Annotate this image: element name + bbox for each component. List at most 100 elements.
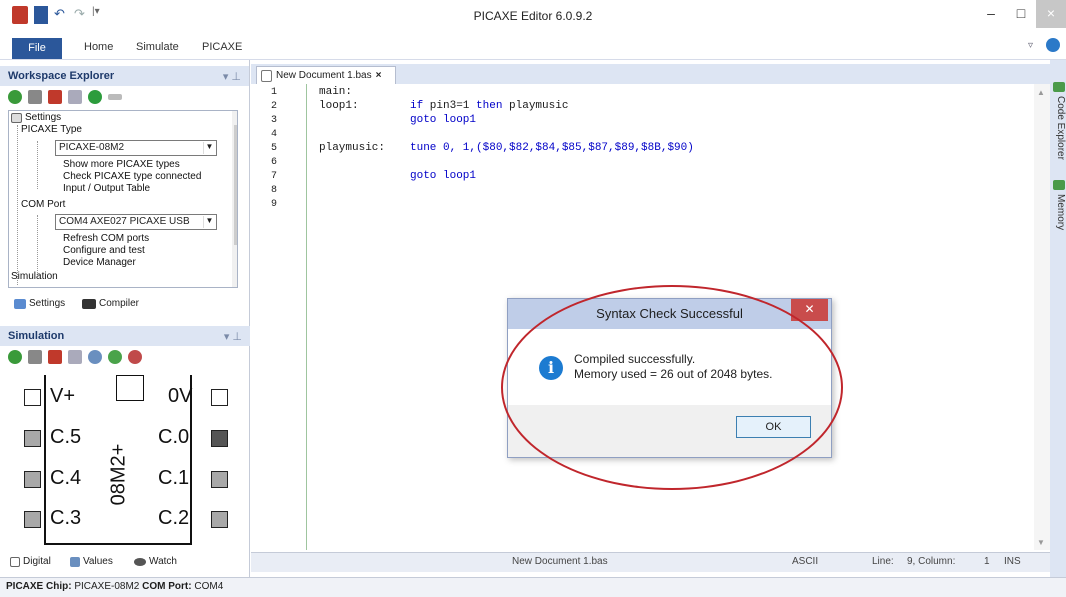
pin-c4[interactable] xyxy=(24,471,41,488)
pin-icon[interactable]: ▾ ⊥ xyxy=(223,70,241,83)
zoom-out-icon[interactable] xyxy=(128,350,142,364)
tab-home[interactable]: Home xyxy=(84,41,113,53)
com-port-value: COM4 AXE027 PICAXE USB xyxy=(59,216,190,227)
code-condition: pin3=1 xyxy=(423,100,477,112)
tree-picaxe-type[interactable]: PICAXE Type xyxy=(21,124,82,135)
pin-label-0v: 0V xyxy=(168,385,193,407)
memory-tab[interactable]: Memory xyxy=(1055,194,1066,230)
ribbon-collapse-icon[interactable]: ▿ xyxy=(1028,40,1033,51)
settings-tab[interactable]: Settings xyxy=(14,298,65,309)
tree-io-table[interactable]: Input / Output Table xyxy=(63,183,150,194)
chevron-down-icon: ▼ xyxy=(203,216,215,228)
workspace-toolbar xyxy=(0,86,249,108)
chip-type-value: PICAXE-08M2 xyxy=(59,142,125,153)
chip-label: PICAXE Chip: xyxy=(6,581,72,592)
line-number: 7 xyxy=(271,171,278,182)
code-line-2: if pin3=1 then playmusic xyxy=(410,100,568,112)
digital-tab[interactable]: Digital xyxy=(10,556,51,567)
chip-simulation: V+ C.5 C.4 C.3 0V C.0 C.1 C.2 08M2+ xyxy=(8,375,240,548)
values-icon xyxy=(70,556,80,567)
close-tab-icon[interactable]: × xyxy=(376,70,382,81)
tree-com-port[interactable]: COM Port xyxy=(21,199,65,210)
code-keyword-then: then xyxy=(476,100,503,112)
minimize-button[interactable]: – xyxy=(976,0,1006,28)
file-tab[interactable]: File xyxy=(12,38,62,59)
status-encoding: ASCII xyxy=(792,556,819,567)
pin-c2[interactable] xyxy=(211,511,228,528)
print-icon[interactable] xyxy=(28,90,42,104)
help-icon[interactable] xyxy=(1046,38,1060,52)
digital-icon xyxy=(10,556,20,567)
digital-tab-label: Digital xyxy=(23,556,51,567)
tree-refresh-com[interactable]: Refresh COM ports xyxy=(63,233,149,244)
wrench-icon[interactable] xyxy=(68,90,82,104)
document-tab[interactable]: New Document 1.bas × xyxy=(256,66,396,84)
pin-c1[interactable] xyxy=(211,471,228,488)
workspace-explorer-header: Workspace Explorer ▾ ⊥ xyxy=(0,66,249,86)
status-column-value: 1 xyxy=(984,556,990,567)
refresh-icon[interactable] xyxy=(8,350,22,364)
maximize-button[interactable]: □ xyxy=(1006,0,1036,28)
compiler-tab-label: Compiler xyxy=(99,298,140,309)
line-number: 6 xyxy=(271,157,278,168)
tab-picaxe[interactable]: PICAXE xyxy=(202,41,242,53)
tree-show-more[interactable]: Show more PICAXE types xyxy=(63,159,180,170)
code-keyword-if: if xyxy=(410,100,424,112)
print-icon[interactable] xyxy=(28,350,42,364)
compiler-tab[interactable]: Compiler xyxy=(82,298,139,309)
port-label: COM Port: xyxy=(142,581,192,592)
refresh-icon[interactable] xyxy=(8,90,22,104)
pdf-icon[interactable] xyxy=(48,350,62,364)
pin-0v[interactable] xyxy=(211,389,228,406)
document-tab-label: New Document 1.bas xyxy=(276,70,372,81)
workspace-tree: Settings PICAXE Type PICAXE-08M2 ▼ Show … xyxy=(8,110,238,288)
code-line-5: tune 0, 1,($80,$82,$84,$85,$87,$89,$8B,$… xyxy=(410,142,694,154)
line-number: 2 xyxy=(271,101,278,112)
chip-type-select[interactable]: PICAXE-08M2 ▼ xyxy=(55,140,217,156)
window-title: PICAXE Editor 6.0.9.2 xyxy=(473,9,593,23)
chip-name: 08M2+ xyxy=(107,443,130,506)
tree-configure[interactable]: Configure and test xyxy=(63,245,145,256)
editor-scrollbar[interactable] xyxy=(1034,84,1050,550)
chip-value: PICAXE-08M2 xyxy=(74,581,140,592)
line-number: 1 xyxy=(271,87,278,98)
scroll-up-icon[interactable]: ▲ xyxy=(1037,88,1045,97)
scroll-down-icon[interactable]: ▼ xyxy=(1037,538,1045,547)
com-port-select[interactable]: COM4 AXE027 PICAXE USB ▼ xyxy=(55,214,217,230)
pin-label-c1: C.1 xyxy=(158,467,190,489)
chip-notch xyxy=(116,375,144,401)
code-line-3: goto loop1 xyxy=(410,114,477,126)
settings-tab-label: Settings xyxy=(29,298,66,309)
values-tab[interactable]: Values xyxy=(70,556,113,567)
add-icon[interactable] xyxy=(88,90,102,104)
close-button[interactable]: × xyxy=(1036,0,1066,28)
pin-icon[interactable]: ▾ ⊥ xyxy=(224,330,242,343)
line-number: 5 xyxy=(271,143,278,154)
tree-simulation[interactable]: Simulation xyxy=(11,271,58,282)
zoom-in-icon[interactable] xyxy=(108,350,122,364)
zoom-icon[interactable] xyxy=(88,350,102,364)
status-line-value: 9, Column: xyxy=(907,556,956,567)
tree-settings[interactable]: Settings xyxy=(25,112,61,123)
tree-scroll-thumb[interactable] xyxy=(234,125,237,245)
line-number-gutter xyxy=(251,84,307,550)
pin-c5[interactable] xyxy=(24,430,41,447)
tree-device-manager[interactable]: Device Manager xyxy=(63,257,136,268)
pdf-icon[interactable] xyxy=(48,90,62,104)
tab-simulate[interactable]: Simulate xyxy=(136,41,179,53)
watch-tab[interactable]: Watch xyxy=(134,556,177,567)
wrench-icon[interactable] xyxy=(68,350,82,364)
tree-check-type[interactable]: Check PICAXE type connected xyxy=(63,171,201,182)
annotation-oval xyxy=(501,285,843,490)
line-number: 8 xyxy=(271,185,278,196)
pin-c0[interactable] xyxy=(211,430,228,447)
simulation-toolbar xyxy=(0,346,250,368)
pin-vplus[interactable] xyxy=(24,389,41,406)
pin-c3[interactable] xyxy=(24,511,41,528)
code-explorer-tab[interactable]: Code Explorer xyxy=(1055,96,1066,160)
code-line-7: goto loop1 xyxy=(410,170,477,182)
code-target: playmusic xyxy=(502,100,569,112)
code-label-loop1: loop1: xyxy=(319,100,359,112)
remove-icon[interactable] xyxy=(108,94,122,100)
values-tab-label: Values xyxy=(83,556,113,567)
